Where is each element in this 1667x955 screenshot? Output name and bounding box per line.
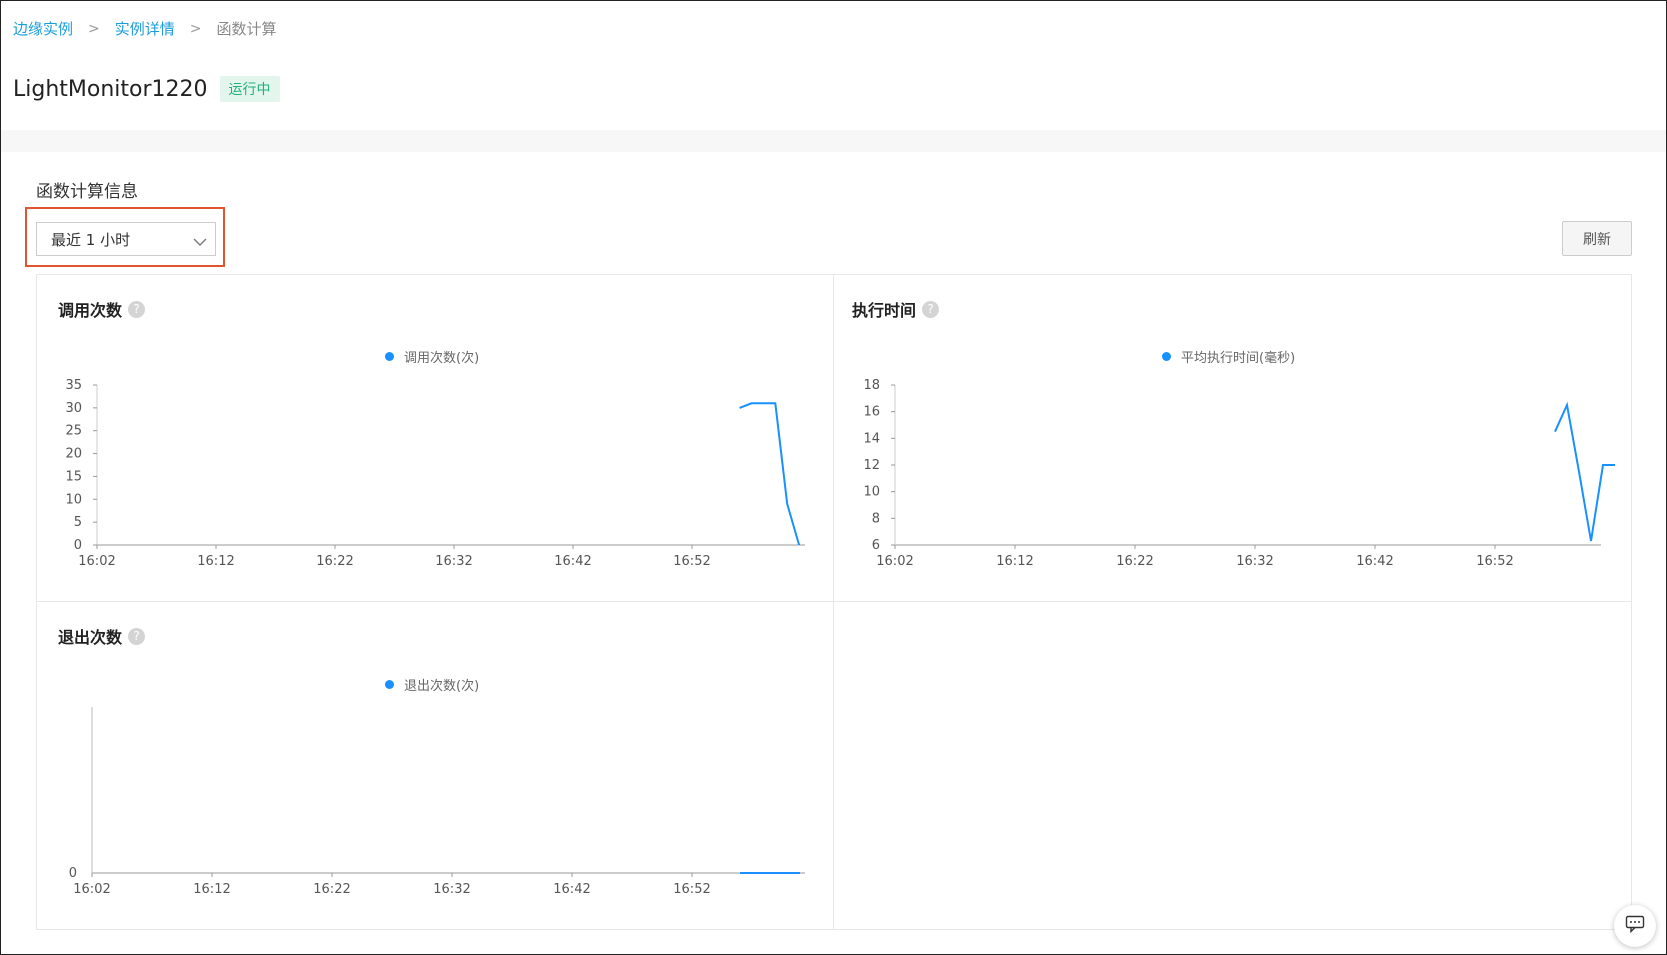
x-tick-label: 16:22 [313,882,350,897]
y-tick-label: 0 [69,866,77,881]
x-tick-label: 16:52 [673,882,710,897]
x-tick-label: 16:02 [73,882,110,897]
x-tick-label: 16:12 [193,882,230,897]
x-tick-label: 16:32 [433,882,470,897]
chat-button[interactable] [1614,905,1656,947]
chat-icon [1625,915,1645,937]
chart-exits: 16:02 16:12 16:22 16:32 16:42 16:52 0 [69,707,805,897]
x-tick-label: 16:42 [553,882,590,897]
